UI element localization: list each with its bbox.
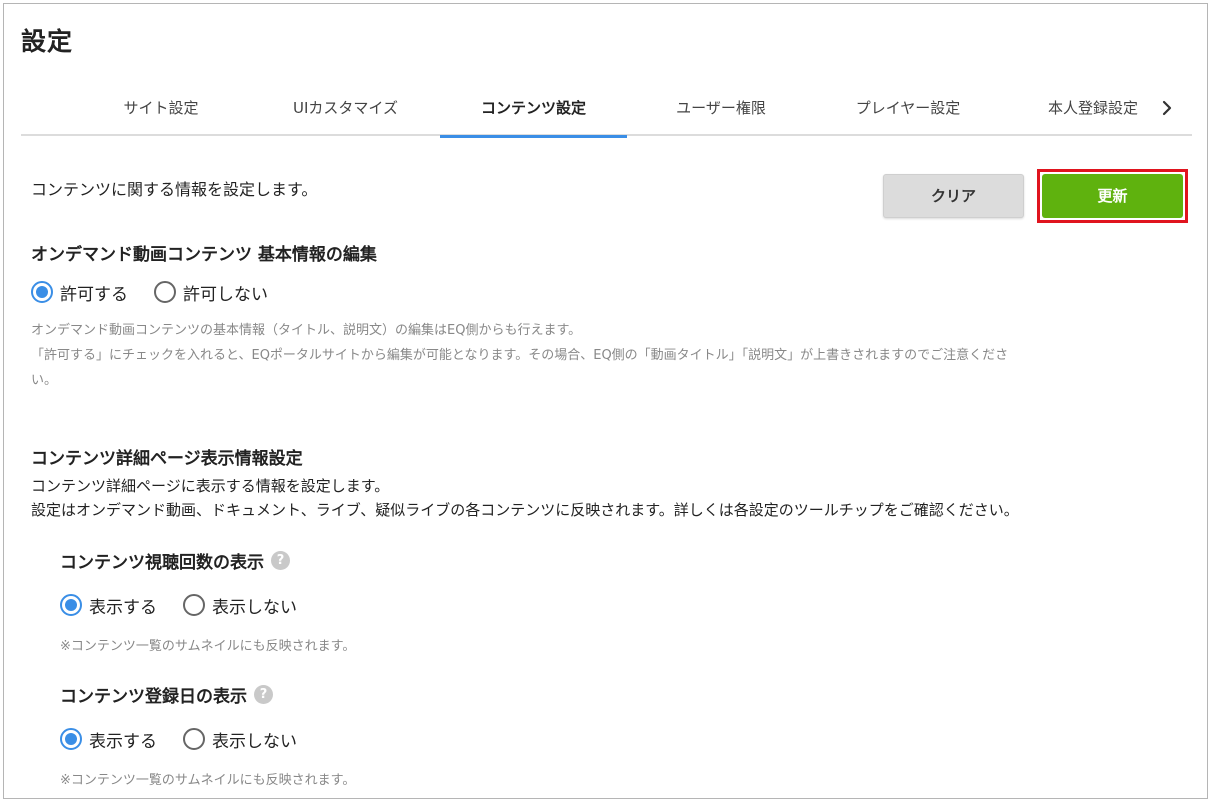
registration-date-hide-radio[interactable]: 表示しない: [183, 727, 297, 752]
settings-panel: 設定 サイト設定 UIカスタマイズ コンテンツ設定 ユーザー権限 プレイヤー設定…: [3, 3, 1208, 799]
radio-label: 表示しない: [212, 597, 297, 618]
vod-edit-note: オンデマンド動画コンテンツの基本情報（タイトル、説明文）の編集はEQ側からも行え…: [31, 318, 1008, 393]
radio-unselected-icon: [154, 281, 176, 303]
description-line: 設定はオンデマンド動画、ドキュメント、ライブ、疑似ライブの各コンテンツに反映され…: [31, 501, 1019, 519]
note-line: い。: [31, 373, 58, 388]
setting-title: コンテンツ登録日の表示: [60, 687, 247, 707]
radio-label: 表示する: [89, 597, 157, 618]
vod-edit-radio-group: 許可する 許可しない: [31, 279, 294, 305]
registration-date-note: ※コンテンツ一覧のサムネイルにも反映されます。: [60, 773, 356, 788]
radio-selected-icon: [31, 281, 53, 303]
question-mark-icon[interactable]: ?: [254, 685, 273, 704]
tab-player-settings[interactable]: プレイヤー設定: [833, 84, 983, 136]
vod-edit-heading: オンデマンド動画コンテンツ 基本情報の編集: [31, 245, 377, 265]
tab-site-settings[interactable]: サイト設定: [100, 84, 222, 136]
note-line: 「許可する」にチェックを入れると、EQポータルサイトから編集が可能となります。そ…: [31, 348, 1009, 363]
update-button[interactable]: 更新: [1042, 174, 1183, 218]
view-count-hide-radio[interactable]: 表示しない: [183, 593, 297, 618]
radio-label: 許可しない: [183, 284, 268, 305]
radio-label: 許可する: [60, 284, 128, 305]
setting-title: コンテンツ視聴回数の表示: [60, 553, 264, 573]
question-mark-icon[interactable]: ?: [271, 551, 290, 570]
clear-button[interactable]: クリア: [883, 174, 1024, 218]
view-count-note: ※コンテンツ一覧のサムネイルにも反映されます。: [60, 639, 356, 654]
radio-unselected-icon: [183, 728, 205, 750]
description-line: コンテンツ詳細ページに表示する情報を設定します。: [31, 477, 390, 495]
section-intro: コンテンツに関する情報を設定します。: [31, 180, 318, 199]
detail-page-description: コンテンツ詳細ページに表示する情報を設定します。 設定はオンデマンド動画、ドキュ…: [31, 474, 1019, 522]
radio-label: 表示しない: [212, 731, 297, 752]
note-line: オンデマンド動画コンテンツの基本情報（タイトル、説明文）の編集はEQ側からも行え…: [31, 323, 582, 338]
tab-content-settings[interactable]: コンテンツ設定: [440, 84, 627, 138]
registration-date-show-radio[interactable]: 表示する: [60, 727, 157, 752]
detail-page-heading: コンテンツ詳細ページ表示情報設定: [31, 449, 303, 469]
radio-unselected-icon: [183, 594, 205, 616]
tab-user-permissions[interactable]: ユーザー権限: [651, 84, 791, 136]
view-count-show-radio[interactable]: 表示する: [60, 593, 157, 618]
vod-edit-allow-radio[interactable]: 許可する: [31, 280, 128, 305]
tab-identity-registration[interactable]: 本人登録設定: [1023, 84, 1163, 136]
radio-selected-icon: [60, 594, 82, 616]
vod-edit-deny-radio[interactable]: 許可しない: [154, 280, 268, 305]
radio-label: 表示する: [89, 731, 157, 752]
page-title: 設定: [21, 27, 74, 56]
tab-ui-customize[interactable]: UIカスタマイズ: [263, 84, 428, 136]
settings-tabs: サイト設定 UIカスタマイズ コンテンツ設定 ユーザー権限 プレイヤー設定 本人…: [21, 84, 1192, 138]
registration-date-radio-group: 表示する 表示しない: [60, 726, 323, 752]
chevron-right-icon[interactable]: [1155, 96, 1179, 120]
radio-selected-icon: [60, 728, 82, 750]
view-count-setting-heading: コンテンツ視聴回数の表示 ?: [60, 548, 290, 573]
view-count-radio-group: 表示する 表示しない: [60, 592, 323, 618]
registration-date-setting-heading: コンテンツ登録日の表示 ?: [60, 682, 273, 707]
